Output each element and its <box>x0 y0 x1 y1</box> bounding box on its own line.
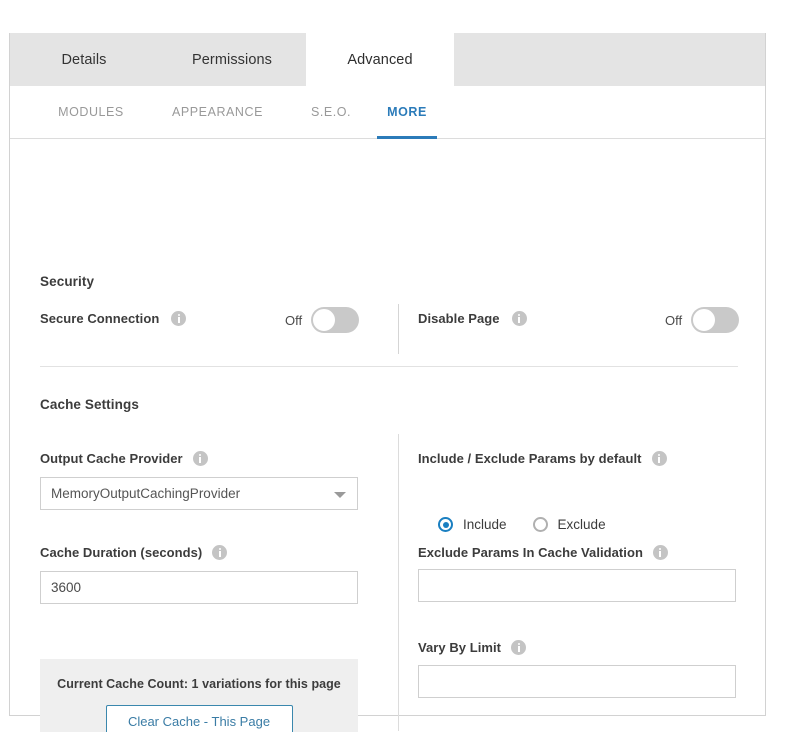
exclude-params-input[interactable] <box>418 569 736 602</box>
subtab-appearance[interactable]: APPEARANCE <box>150 86 285 139</box>
include-exclude-radio-group: Include Exclude <box>438 517 606 532</box>
info-icon[interactable] <box>171 311 187 326</box>
tab-details-label: Details <box>61 51 107 68</box>
cache-duration-input[interactable]: 3600 <box>40 571 358 604</box>
radio-exclude-label: Exclude <box>557 517 606 532</box>
output-cache-provider-label-row: Output Cache Provider <box>40 451 208 466</box>
vary-by-limit-input[interactable] <box>418 665 736 698</box>
tab-advanced[interactable]: Advanced <box>306 33 454 86</box>
toggle-knob <box>692 308 717 332</box>
chevron-down-icon <box>334 492 346 498</box>
security-section-title: Security <box>40 274 95 289</box>
cache-vertical-divider <box>398 434 399 731</box>
radio-include-indicator <box>438 517 453 532</box>
radio-exclude[interactable]: Exclude <box>532 517 606 532</box>
clear-cache-label: Clear Cache - This Page <box>127 713 271 729</box>
info-icon[interactable] <box>212 545 228 560</box>
sub-tabstrip: MODULES APPEARANCE S.E.O. MORE <box>10 86 765 139</box>
info-icon[interactable] <box>651 451 667 466</box>
output-cache-provider-label: Output Cache Provider <box>40 451 183 466</box>
cache-count-box: Current Cache Count: 1 variations for th… <box>40 659 358 732</box>
info-icon[interactable] <box>652 545 668 560</box>
subtab-appearance-label: APPEARANCE <box>172 105 263 119</box>
tab-details[interactable]: Details <box>10 33 158 86</box>
disable-page-row: Disable Page <box>418 311 527 326</box>
secure-connection-label: Secure Connection <box>40 311 160 326</box>
subtab-modules-label: MODULES <box>58 105 124 119</box>
cache-duration-value: 3600 <box>51 580 82 595</box>
subtab-seo[interactable]: S.E.O. <box>285 86 377 139</box>
output-cache-provider-value: MemoryOutputCachingProvider <box>51 486 241 501</box>
tab-permissions[interactable]: Permissions <box>158 33 306 86</box>
info-icon[interactable] <box>192 451 208 466</box>
output-cache-provider-select[interactable]: MemoryOutputCachingProvider <box>40 477 358 510</box>
info-icon[interactable] <box>511 640 527 655</box>
secure-connection-state: Off <box>285 312 303 328</box>
security-vertical-divider <box>398 304 399 354</box>
disable-page-state: Off <box>665 312 683 328</box>
include-exclude-label: Include / Exclude Params by default <box>418 451 642 466</box>
main-tabstrip: Details Permissions Advanced <box>10 33 765 86</box>
radio-include[interactable]: Include <box>438 517 507 532</box>
subtab-modules[interactable]: MODULES <box>32 86 150 139</box>
subtab-more-label: MORE <box>387 105 427 119</box>
cache-duration-label-row: Cache Duration (seconds) <box>40 545 228 560</box>
subtab-seo-label: S.E.O. <box>310 105 352 119</box>
disable-page-toggle-wrap: Off <box>665 307 740 333</box>
page-root: Details Permissions Advanced MODULES APP… <box>0 0 792 732</box>
disable-page-label: Disable Page <box>418 311 500 326</box>
vary-by-limit-label: Vary By Limit <box>418 640 502 655</box>
clear-cache-button[interactable]: Clear Cache - This Page <box>105 705 293 732</box>
vary-by-limit-label-row: Vary By Limit <box>418 640 527 655</box>
section-divider <box>40 366 738 367</box>
tab-permissions-label: Permissions <box>191 51 273 68</box>
include-exclude-label-row: Include / Exclude Params by default <box>418 451 667 466</box>
exclude-params-label: Exclude Params In Cache Validation <box>418 545 643 560</box>
secure-connection-toggle-wrap: Off <box>285 307 360 333</box>
disable-page-toggle[interactable] <box>691 307 740 333</box>
toggle-knob <box>312 308 337 332</box>
secure-connection-toggle[interactable] <box>311 307 360 333</box>
tab-advanced-label: Advanced <box>347 51 413 68</box>
subtab-more[interactable]: MORE <box>377 86 437 139</box>
cache-section-title: Cache Settings <box>40 397 139 412</box>
cache-duration-label: Cache Duration (seconds) <box>40 545 203 560</box>
exclude-params-label-row: Exclude Params In Cache Validation <box>418 545 668 560</box>
cache-count-text: Current Cache Count: 1 variations for th… <box>57 677 341 691</box>
settings-panel: Details Permissions Advanced MODULES APP… <box>9 33 766 732</box>
secure-connection-row: Secure Connection <box>40 311 187 326</box>
radio-exclude-indicator <box>532 517 548 532</box>
radio-include-label: Include <box>463 517 507 532</box>
info-icon[interactable] <box>511 311 527 326</box>
